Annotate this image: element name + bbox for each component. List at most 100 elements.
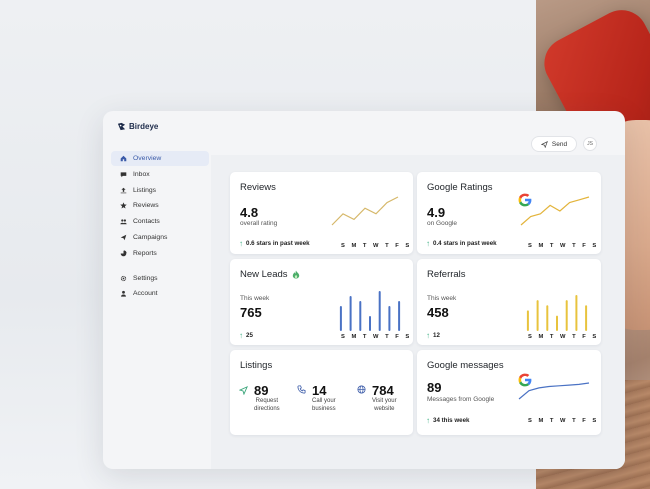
day-label: M [351,243,357,249]
google-ratings-value: 4.9 [427,205,446,220]
brand-name: Birdeye [129,122,159,131]
day-label: S [592,418,597,424]
google-messages-trend-text: 34 this week [433,417,470,424]
card-title: Google messages [427,360,504,371]
google-messages-sub: Messages from Google [427,396,495,403]
fire-icon [292,270,299,279]
birdeye-logo-icon [117,122,126,131]
day-label: F [582,243,586,249]
google-messages-card[interactable]: Google messages 89 Messages from Google … [417,350,601,435]
navigation-arrow-icon [239,386,248,395]
bar [575,295,578,331]
send-icon [540,140,548,148]
listings-stat-calls[interactable]: 14 Call your business [297,383,336,413]
reviews-trend: ↑ 0.6 stars in past week [239,239,310,248]
listings-stat-directions[interactable]: 89 Request directions [239,383,280,413]
sidebar-item-listings[interactable]: Listings [111,183,209,198]
day-label: T [362,334,367,340]
star-icon [120,202,127,209]
listings-stat-label: Visit your [372,398,397,404]
sidebar-item-label: Account [133,290,158,298]
new-leads-value: 765 [240,305,262,320]
brand-logo[interactable]: Birdeye [117,122,158,131]
card-title: Referrals [427,269,466,280]
trend-line [331,196,399,226]
listings-stat-website[interactable]: 784 Visit your website [357,383,397,413]
listings-stat-label: business [312,405,336,412]
day-label: S [528,418,532,424]
dashboard-panel: Reviews 4.8 overall rating ↑ 0.6 stars i… [211,155,625,469]
sidebar-item-label: Settings [133,274,158,282]
bar [398,301,401,331]
new-leads-trend-text: 25 [246,332,253,339]
reviews-line-chart [331,196,399,226]
day-label: T [385,243,389,249]
paper-plane-icon [120,234,127,241]
sidebar: Overview Inbox Listings Reviews Contacts… [111,151,209,302]
home-icon [120,155,127,162]
card-title: Reviews [240,182,276,193]
send-button[interactable]: Send [531,136,577,152]
day-label: W [373,334,379,340]
listings-card[interactable]: Listings 89 Request directions 14 Call y… [230,350,413,435]
bar [369,316,371,331]
sidebar-item-campaigns[interactable]: Campaigns [111,230,209,245]
trend-line [518,382,590,400]
new-leads-trend: ↑ 25 [239,331,253,340]
reviews-trend-text: 0.6 stars in past week [246,240,310,247]
bar [388,306,391,331]
arrow-up-icon: ↑ [426,331,430,340]
day-label: S [405,243,410,249]
sidebar-item-settings[interactable]: Settings [111,271,209,286]
day-label: M [538,334,544,340]
bar [546,305,549,331]
day-label: W [560,334,566,340]
day-label: M [538,243,544,249]
day-label: T [572,334,576,340]
day-label: T [572,243,576,249]
bar [536,300,539,331]
listings-stat-label: website [374,405,395,412]
new-leads-sub: This week [240,295,270,302]
sidebar-item-label: Contacts [133,218,160,226]
sidebar-item-reviews[interactable]: Reviews [111,198,209,213]
avatar[interactable]: JS [583,137,597,151]
sidebar-item-label: Overview [133,155,162,162]
sidebar-item-overview[interactable]: Overview [111,151,209,166]
upload-icon [120,187,127,193]
listings-stat-value: 784 [372,383,394,398]
day-label: S [528,243,532,249]
google-ratings-trend-text: 0.4 stars in past week [433,240,497,247]
listings-stat-value: 14 [312,383,327,398]
reviews-value: 4.8 [240,205,259,220]
new-leads-bar-chart [339,291,401,331]
bar [565,300,568,331]
listings-stat-label: Request [255,398,279,404]
listings-stat-label: directions [254,405,280,412]
trend-line [520,196,590,226]
sidebar-item-label: Inbox [133,170,150,178]
day-labels: SMTWTFS [341,334,409,340]
arrow-up-icon: ↑ [239,331,243,340]
day-label: T [549,418,554,424]
google-ratings-line-chart [520,196,590,226]
referrals-card[interactable]: Referrals This week 458 ↑ 12 SMTWTFS [417,259,601,345]
day-label: T [385,334,389,340]
sidebar-item-inbox[interactable]: Inbox [111,167,209,182]
sidebar-item-reports[interactable]: Reports [111,246,209,261]
reviews-card[interactable]: Reviews 4.8 overall rating ↑ 0.6 stars i… [230,172,413,254]
arrow-up-icon: ↑ [426,239,430,248]
day-label: F [395,334,399,340]
day-label: S [341,243,345,249]
day-label: W [560,418,566,424]
day-label: T [549,334,554,340]
app-window: Birdeye Send JS Overview Inbox Listings … [103,111,625,469]
sidebar-item-contacts[interactable]: Contacts [111,214,209,229]
new-leads-card[interactable]: New Leads This week 765 ↑ 25 SMTWTFS [230,259,413,345]
google-ratings-card[interactable]: Google Ratings 4.9 on Google ↑ 0.4 stars… [417,172,601,254]
sidebar-item-account[interactable]: Account [111,286,209,301]
google-ratings-sub: on Google [427,220,457,227]
card-title: Google Ratings [427,182,493,193]
google-messages-trend: ↑ 34 this week [426,416,469,425]
card-title: Listings [240,360,273,371]
